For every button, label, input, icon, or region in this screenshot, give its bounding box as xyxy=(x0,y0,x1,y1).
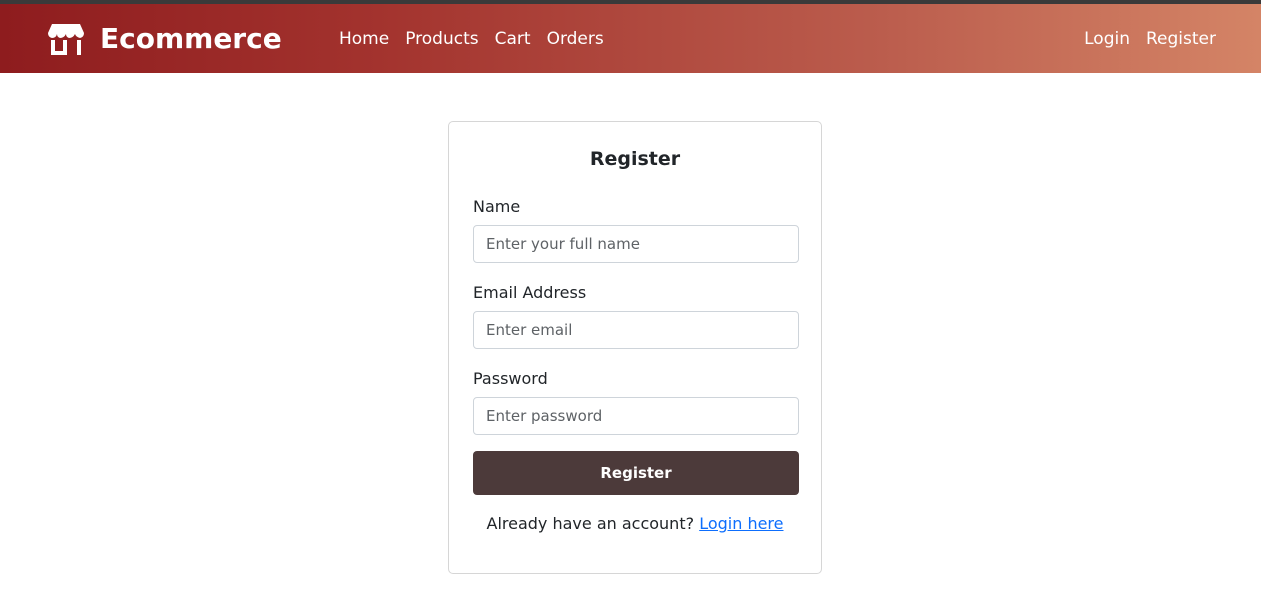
password-input[interactable] xyxy=(473,397,799,435)
register-card: Register Name Email Address Password Reg… xyxy=(448,121,822,574)
register-button[interactable]: Register xyxy=(473,451,799,495)
email-label: Email Address xyxy=(473,283,587,302)
nav-link-login[interactable]: Login xyxy=(1084,28,1130,50)
nav-link-home[interactable]: Home xyxy=(339,28,389,50)
form-title: Register xyxy=(589,148,681,170)
auth-nav: Login Register xyxy=(1084,28,1216,50)
password-label: Password xyxy=(473,369,548,388)
main-nav: Home Products Cart Orders xyxy=(339,28,620,50)
brand-name: Ecommerce xyxy=(100,22,282,55)
nav-link-register[interactable]: Register xyxy=(1146,28,1216,50)
login-here-link[interactable]: Login here xyxy=(699,514,783,533)
store-icon xyxy=(48,23,84,55)
navbar: Ecommerce Home Products Cart Orders Logi… xyxy=(0,4,1261,73)
name-label: Name xyxy=(473,197,521,216)
name-input[interactable] xyxy=(473,225,799,263)
login-prompt-text: Already have an account? xyxy=(486,514,695,533)
nav-link-products[interactable]: Products xyxy=(405,28,478,50)
nav-link-orders[interactable]: Orders xyxy=(547,28,604,50)
login-prompt: Already have an account? Login here xyxy=(449,514,821,534)
email-input[interactable] xyxy=(473,311,799,349)
brand-link[interactable]: Ecommerce xyxy=(48,22,282,56)
nav-link-cart[interactable]: Cart xyxy=(495,28,531,50)
